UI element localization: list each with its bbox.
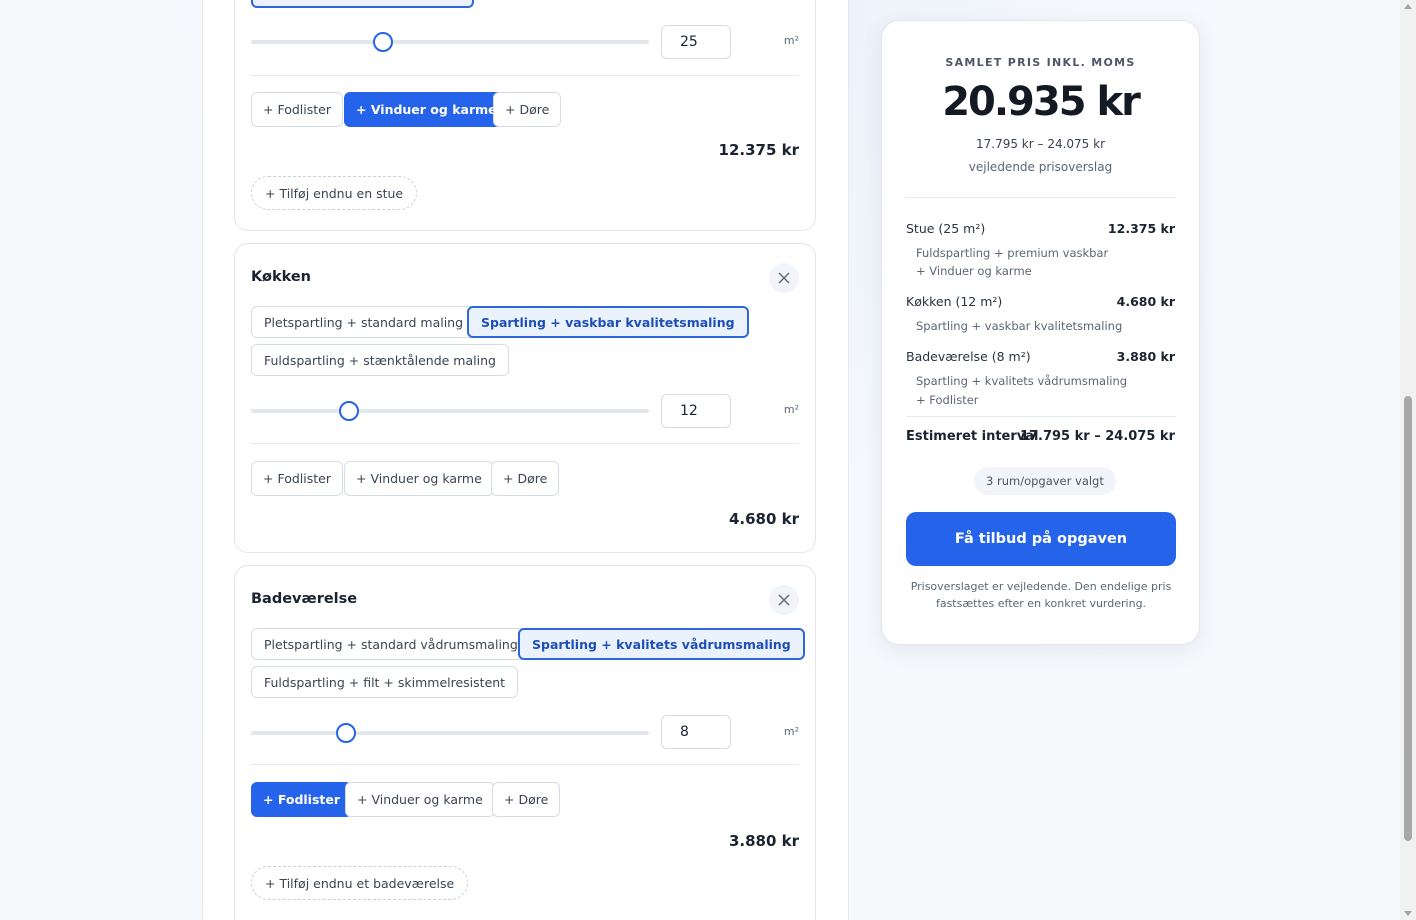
- option-pletspartling[interactable]: Pletspartling + standard vådrumsmaling: [251, 628, 531, 660]
- summary-row-detail: Spartling + vaskbar kvalitetsmaling: [916, 319, 1123, 333]
- addon-vinduer-og-karme[interactable]: + Vinduer og karme: [345, 782, 495, 817]
- area-input[interactable]: 12: [661, 394, 731, 428]
- addon-fodlister[interactable]: + Fodlister: [251, 782, 353, 817]
- close-icon: [778, 591, 790, 610]
- summary-row-detail: Fuldspartling + premium vaskbar: [916, 246, 1109, 260]
- estimate-label: Estimeret interval: [906, 429, 1039, 444]
- summary-row-price: 4.680 kr: [1116, 294, 1175, 309]
- summary-label: SAMLET PRIS INKL. MOMS: [945, 56, 1136, 69]
- summary-row-detail: Spartling + kvalitets vådrumsmaling: [916, 374, 1128, 388]
- area-slider[interactable]: [251, 32, 649, 52]
- divider: [906, 416, 1176, 417]
- area-slider[interactable]: [251, 723, 649, 743]
- option-pletspartling[interactable]: Pletspartling + standard maling: [251, 306, 477, 338]
- room-price: 3.880 kr: [728, 832, 799, 850]
- addon-vinduer-og-karme[interactable]: + Vinduer og karme: [344, 92, 509, 127]
- selected-option-partial[interactable]: [251, 0, 474, 8]
- area-unit: m²: [783, 403, 799, 416]
- area-slider-thumb[interactable]: [336, 723, 356, 743]
- area-slider-thumb[interactable]: [339, 401, 359, 421]
- summary-row-detail: + Fodlister: [916, 393, 979, 407]
- area-slider-thumb[interactable]: [373, 32, 393, 52]
- option-fuldspartling[interactable]: Fuldspartling + stænktålende maling: [251, 344, 509, 376]
- rooms-selected-badge: 3 rum/opgaver valgt: [974, 467, 1116, 495]
- summary-row-name: Stue (25 m²): [906, 221, 986, 236]
- option-spartling-selected[interactable]: Spartling + vaskbar kvalitetsmaling: [467, 306, 749, 338]
- option-fuldspartling[interactable]: Fuldspartling + filt + skimmelresistent: [251, 666, 519, 698]
- remove-room-button[interactable]: [769, 585, 799, 615]
- addon-vinduer-og-karme[interactable]: + Vinduer og karme: [344, 461, 494, 496]
- room-title: Badeværelse: [251, 591, 358, 607]
- scroll-down-arrow-icon[interactable]: [1404, 911, 1412, 916]
- summary-row-price: 3.880 kr: [1116, 349, 1175, 364]
- estimate-value: 17.795 kr – 24.075 kr: [1019, 429, 1175, 444]
- area-unit: m²: [783, 725, 799, 738]
- get-quote-button[interactable]: Få tilbud på opgaven: [906, 512, 1176, 566]
- summary-row-price: 12.375 kr: [1107, 221, 1175, 236]
- divider: [251, 443, 799, 444]
- disclaimer-line: fastsættes efter en konkret vurdering.: [935, 597, 1147, 610]
- price-note: vejledende prisoverslag: [968, 160, 1113, 174]
- area-input[interactable]: 25: [661, 25, 731, 59]
- remove-room-button[interactable]: [769, 263, 799, 293]
- area-slider[interactable]: [251, 401, 649, 421]
- room-card-stue: 25 m² + Fodlister + Vinduer og karme + D…: [234, 0, 816, 231]
- room-card-badevaerelse: Badeværelse Pletspartling + standard våd…: [234, 565, 816, 920]
- addon-doere[interactable]: + Døre: [492, 782, 561, 817]
- room-title: Køkken: [251, 269, 311, 285]
- disclaimer: Prisoverslaget er vejledende. Den endeli…: [906, 578, 1176, 612]
- room-card-koekken: Køkken Pletspartling + standard maling S…: [234, 243, 816, 553]
- scroll-up-arrow-icon[interactable]: [1404, 4, 1412, 9]
- price-summary-panel: SAMLET PRIS INKL. MOMS 20.935 kr 17.795 …: [881, 20, 1200, 645]
- disclaimer-line: Prisoverslaget er vejledende. Den endeli…: [910, 580, 1172, 593]
- area-unit: m²: [783, 34, 799, 47]
- addon-fodlister[interactable]: + Fodlister: [251, 461, 343, 496]
- divider: [906, 197, 1176, 198]
- room-price: 4.680 kr: [728, 510, 799, 528]
- area-input[interactable]: 8: [661, 715, 731, 749]
- divider: [251, 75, 799, 76]
- total-price: 20.935 kr: [942, 79, 1141, 125]
- room-price: 12.375 kr: [718, 141, 799, 159]
- addon-doere[interactable]: + Døre: [493, 92, 562, 127]
- summary-row-name: Køkken (12 m²): [906, 294, 1003, 309]
- addon-doere[interactable]: + Døre: [491, 461, 560, 496]
- page-scrollbar[interactable]: [1400, 0, 1416, 920]
- add-another-bathroom-button[interactable]: + Tilføj endnu et badeværelse: [251, 866, 469, 900]
- addon-fodlister[interactable]: + Fodlister: [251, 92, 343, 127]
- add-another-living-room-button[interactable]: + Tilføj endnu en stue: [251, 176, 418, 210]
- price-range: 17.795 kr – 24.075 kr: [976, 137, 1105, 151]
- close-icon: [778, 269, 790, 288]
- option-spartling-selected[interactable]: Spartling + kvalitets vådrumsmaling: [518, 628, 805, 660]
- summary-row-name: Badeværelse (8 m²): [906, 349, 1031, 364]
- divider: [251, 764, 799, 765]
- scrollbar-thumb[interactable]: [1404, 396, 1412, 841]
- summary-row-detail: + Vinduer og karme: [916, 264, 1032, 278]
